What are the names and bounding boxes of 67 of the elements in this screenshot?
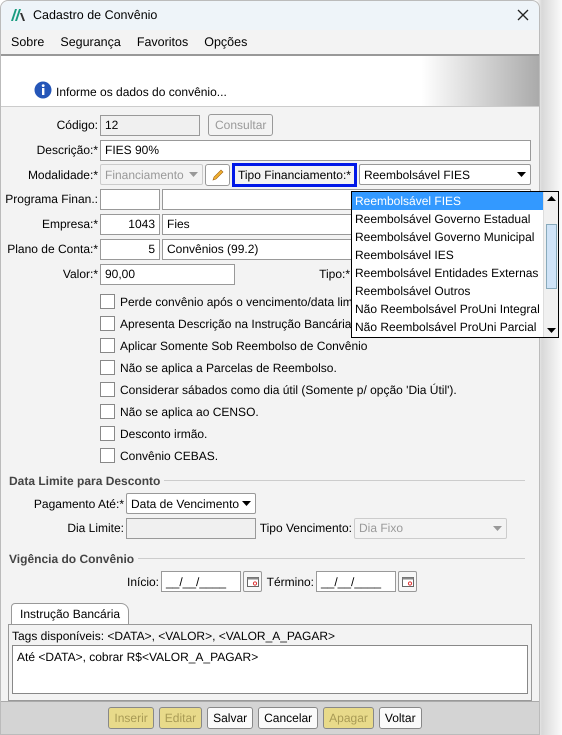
checkbox[interactable]: [100, 338, 115, 354]
checkbox[interactable]: [100, 316, 115, 332]
checkbox[interactable]: [100, 404, 115, 420]
field-label: Tipo:*: [318, 267, 350, 282]
calendar-button[interactable]: [243, 571, 262, 592]
section-title: Data Limite para Desconto: [9, 474, 160, 488]
field-label: Tipo Vencimento:: [258, 521, 352, 536]
payment-until-select[interactable]: Data de Vencimento: [126, 493, 256, 514]
field-label: Código:: [56, 118, 98, 132]
field-label: Empresa:*: [40, 217, 98, 232]
checkbox[interactable]: [100, 294, 115, 310]
action-button[interactable]: Voltar: [378, 706, 422, 729]
section-title: Vigência do Convênio: [9, 552, 134, 566]
menu-item[interactable]: Favoritos: [136, 34, 188, 49]
field-label: Tipo Financiamento:*: [232, 162, 357, 187]
caret-icon: [189, 172, 198, 178]
calendar-button[interactable]: [398, 571, 417, 592]
caret-icon: [493, 526, 502, 531]
action-button[interactable]: Cancelar: [258, 706, 318, 729]
checkbox[interactable]: [100, 426, 115, 442]
account-code-field[interactable]: 5: [100, 238, 160, 260]
financing-type-select[interactable]: Reembolsável FIES: [358, 164, 531, 186]
field-label: Descrição:*: [36, 143, 98, 158]
checkbox-label: Desconto irmão.: [120, 426, 208, 441]
menu-item[interactable]: Segurança: [60, 34, 121, 49]
value-field[interactable]: 90,00: [100, 264, 235, 285]
checkbox-label: Apresenta Descrição na Instrução Bancária: [120, 316, 352, 331]
checkbox-label: Não se aplica a Parcelas de Reembolso.: [120, 360, 337, 375]
caret-icon: [242, 501, 251, 506]
tab[interactable]: Instrução Bancária: [11, 602, 130, 624]
checkbox-label: Convênio CEBAS.: [120, 448, 218, 463]
window-title: Cadastro de Convênio: [33, 8, 158, 22]
limit-day-field[interactable]: [126, 518, 256, 539]
field-label: Início:: [126, 574, 159, 589]
checkbox[interactable]: [100, 360, 115, 376]
instruction-text-area[interactable]: Até <DATA>, cobrar R$<VALOR_A_PAGAR>: [12, 644, 528, 694]
checkbox-label: Não se aplica ao CENSO.: [120, 404, 259, 419]
caret-icon: [517, 172, 526, 178]
calendar-icon: [246, 576, 258, 587]
company-code-field[interactable]: 1043: [100, 214, 160, 235]
close-icon[interactable]: [517, 9, 529, 22]
calendar-icon: [402, 576, 414, 587]
info-icon: [34, 80, 52, 99]
tags-hint: Tags disponíveis: <DATA>, <VALOR>, <VALOR_A_PAGAR>: [12, 628, 336, 643]
app-logo-icon: [11, 9, 25, 22]
checkbox[interactable]: [100, 448, 115, 464]
pencil-icon: [210, 168, 224, 182]
field-label: Plano de Conta:*: [6, 242, 98, 256]
start-date-field[interactable]: __/__/____: [161, 571, 241, 592]
menu-item[interactable]: Sobre: [11, 34, 44, 49]
field-label: Pagamento Até:*: [32, 496, 124, 511]
checkbox-label: Considerar sábados como dia útil (Somente p/ opção 'Dia Útil').: [120, 382, 457, 397]
end-date-field[interactable]: __/__/____: [316, 571, 396, 592]
edit-button[interactable]: [205, 164, 230, 186]
description-field[interactable]: FIES 90%: [100, 140, 531, 161]
info-message: Informe os dados do convênio...: [56, 84, 227, 99]
action-button[interactable]: Salvar: [207, 706, 254, 729]
field-label: Término:: [266, 574, 314, 589]
checkbox[interactable]: [100, 382, 115, 398]
checkbox-label: Aplicar Somente Sob Reembolso de Convênio: [120, 338, 368, 353]
program-code-field[interactable]: [100, 188, 160, 210]
menu-item[interactable]: Opções: [204, 34, 248, 49]
field-label: Modalidade:*: [26, 168, 98, 182]
field-label: Valor:*: [62, 267, 98, 282]
field-label: Dia Limite:: [66, 521, 124, 536]
field-label: Programa Finan.:: [4, 192, 98, 206]
scrollbar[interactable]: [543, 192, 558, 337]
